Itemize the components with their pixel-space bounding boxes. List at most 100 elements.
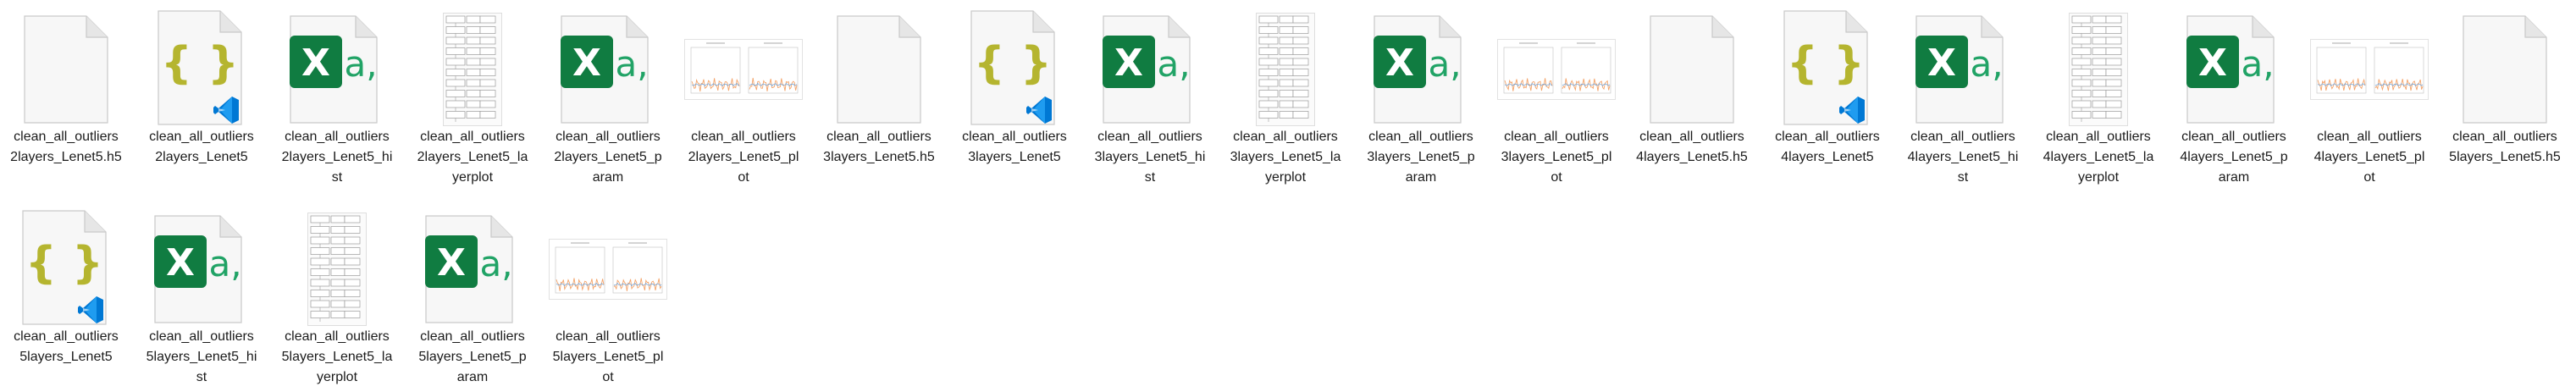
training-plot-thumbnail-icon [542,210,674,329]
svg-text:X: X [1385,41,1414,85]
file-name-line: 2layers_Lenet5.h5 [10,150,122,164]
file-item[interactable]: clean_all_outliers 2layers_Lenet5_la yerpl… [406,0,539,200]
svg-text:X: X [2198,41,2227,85]
file-name-line: clean_all_outliers [2046,130,2151,144]
file-item[interactable]: clean_all_outliers 3layers_Lenet5_layerpl… [1219,0,1352,200]
svg-text:a,: a, [1157,43,1190,85]
file-name-line: clean_all_outliers [1910,130,2015,144]
file-name-line: yerplot [451,170,494,185]
file-name-line: 3layers_Lenet5 [968,150,1061,164]
file-item[interactable]: clean_all_outliers 4layers_Lenet5_la yerpl… [2032,0,2164,200]
excel-csv-file-icon: X a, [135,210,268,329]
file-name-line: clean_all_outliers [2181,130,2286,144]
file-name-label: clean_all_outliers 2layers_Lenet5_pl ot [677,127,810,188]
file-name-line: aram [1405,170,1437,185]
excel-csv-file-icon: X a, [271,10,403,129]
svg-text:a,: a, [344,43,377,85]
file-name-label: clean_all_outliers 4layers_Lenet5_pl ot [2303,127,2435,188]
file-name-line: clean_all_outliers [2452,130,2557,144]
file-name-line: 4layers_Lenet5_p [2180,150,2288,164]
file-item[interactable]: clean_all_outliers 3layers_Lenet5.h5 [813,0,945,200]
json-vscode-file-icon: { } [1761,10,1893,129]
file-item[interactable]: { } clean_all_outliers 5layers_Lenet5 [0,200,132,392]
file-name-line: st [1144,170,1156,185]
file-name-label: clean_all_outliers 3layers_Lenet5_pl ot [1490,127,1622,188]
file-name-line: 5layers_Lenet5 [19,350,113,364]
svg-text:X: X [166,241,195,284]
file-item[interactable]: clean_all_outliers 2layers_Lenet5.h5 [0,0,132,200]
file-item[interactable]: clean_all_outliers 5layers_Lenet5_pl ot [542,200,674,392]
file-item[interactable]: clean_all_outliers 4layers_Lenet5.h5 [1626,0,1758,200]
file-name-label: clean_all_outliers 2layers_Lenet5_la yerpl… [406,127,539,188]
file-name-line: clean_all_outliers [826,130,931,144]
file-name-label: clean_all_outliers 4layers_Lenet5.h5 [1626,127,1758,168]
file-name-line: clean_all_outliers [556,329,661,344]
file-item[interactable]: clean_all_outliers 2layers_Lenet5_pl ot [677,0,810,200]
blank-file-icon [2439,10,2571,129]
file-icon-grid: clean_all_outliers 2layers_Lenet5.h5 { } … [0,0,2576,392]
svg-text:X: X [1927,41,1956,85]
svg-text:{ }: { } [974,38,1052,89]
file-name-label: clean_all_outliers 5layers_Lenet5_la yerpl… [271,327,403,388]
blank-file-icon [0,10,132,129]
layerplot-thumbnail-icon [2032,10,2164,129]
file-name-line: clean_all_outliers [285,130,390,144]
file-name-line: st [331,170,343,185]
file-name-line: 2layers_Lenet5 [155,150,248,164]
file-name-line: clean_all_outliers [1233,130,1338,144]
file-name-line: 4layers_Lenet5_pl [2313,150,2425,164]
file-item[interactable]: clean_all_outliers 3layers_Lenet5_pl ot [1490,0,1622,200]
file-name-line: 4layers_Lenet5_la [2043,150,2154,164]
training-plot-thumbnail-icon [2303,10,2435,129]
file-name-line: 5layers_Lenet5_pl [552,350,664,364]
excel-csv-file-icon: X a, [542,10,674,129]
file-item[interactable]: X a, clean_all_outliers 5layers_Lenet5_p a… [406,200,539,392]
file-name-line: clean_all_outliers [556,130,661,144]
file-name-line: clean_all_outliers [2317,130,2422,144]
svg-text:a,: a, [615,43,648,85]
blank-file-icon [813,10,945,129]
file-name-label: clean_all_outliers 4layers_Lenet5 [1761,127,1893,168]
layerplot-thumbnail-icon [406,10,539,129]
file-name-label: clean_all_outliers 2layers_Lenet5_p aram [542,127,674,188]
layerplot-thumbnail-icon [271,210,403,329]
file-name-line: yerplot [316,370,358,384]
file-name-label: clean_all_outliers 3layers_Lenet5_hi st [1084,127,1216,188]
svg-text:X: X [437,241,466,284]
file-name-line: yerplot [1264,170,1307,185]
file-name-label: clean_all_outliers 3layers_Lenet5_p aram [1355,127,1487,188]
file-item[interactable]: X a, clean_all_outliers 5layers_Lenet5_hi… [135,200,268,392]
file-name-line: st [1957,170,1969,185]
file-item[interactable]: X a, clean_all_outliers 3layers_Lenet5_p a… [1355,0,1487,200]
svg-text:a,: a, [2241,43,2274,85]
file-item[interactable]: X a, clean_all_outliers 2layers_Lenet5_p a… [542,0,674,200]
file-name-line: 4layers_Lenet5.h5 [1636,150,1748,164]
training-plot-thumbnail-icon [677,10,810,129]
file-name-line: clean_all_outliers [1639,130,1744,144]
file-item[interactable]: { } clean_all_outliers 3layers_Lenet5 [948,0,1081,200]
file-item[interactable]: clean_all_outliers 5layers_Lenet5.h5 [2439,0,2571,200]
svg-text:{ }: { } [1787,38,1865,89]
file-item[interactable]: X a, clean_all_outliers 3layers_Lenet5_hi… [1084,0,1216,200]
file-name-label: clean_all_outliers 5layers_Lenet5_hi st [135,327,268,388]
file-name-line: 3layers_Lenet5_la [1230,150,1341,164]
training-plot-thumbnail-icon [1490,10,1622,129]
file-name-line: 3layers_Lenet5_hi [1094,150,1206,164]
file-item[interactable]: { } clean_all_outliers 4layers_Lenet5 [1761,0,1893,200]
file-item[interactable]: clean_all_outliers 5layers_Lenet5_la yerpl… [271,200,403,392]
file-name-label: clean_all_outliers 4layers_Lenet5_la yerpl… [2032,127,2164,188]
file-item[interactable]: X a, clean_all_outliers 4layers_Lenet5_hi… [1897,0,2029,200]
file-name-line: aram [592,170,624,185]
svg-text:{ }: { } [161,38,239,89]
excel-csv-file-icon: X a, [1084,10,1216,129]
file-item[interactable]: clean_all_outliers 4layers_Lenet5_pl ot [2303,0,2435,200]
file-item[interactable]: { } clean_all_outliers 2layers_Lenet5 [135,0,268,200]
file-item[interactable]: X a, clean_all_outliers 2layers_Lenet5_hi… [271,0,403,200]
file-name-line: clean_all_outliers [962,130,1067,144]
json-vscode-file-icon: { } [948,10,1081,129]
file-item[interactable]: X a, clean_all_outliers 4layers_Lenet5_p a… [2168,0,2300,200]
file-name-line: 3layers_Lenet5_p [1367,150,1475,164]
excel-csv-file-icon: X a, [1897,10,2029,129]
file-name-line: clean_all_outliers [1504,130,1609,144]
file-name-label: clean_all_outliers 2layers_Lenet5 [135,127,268,168]
